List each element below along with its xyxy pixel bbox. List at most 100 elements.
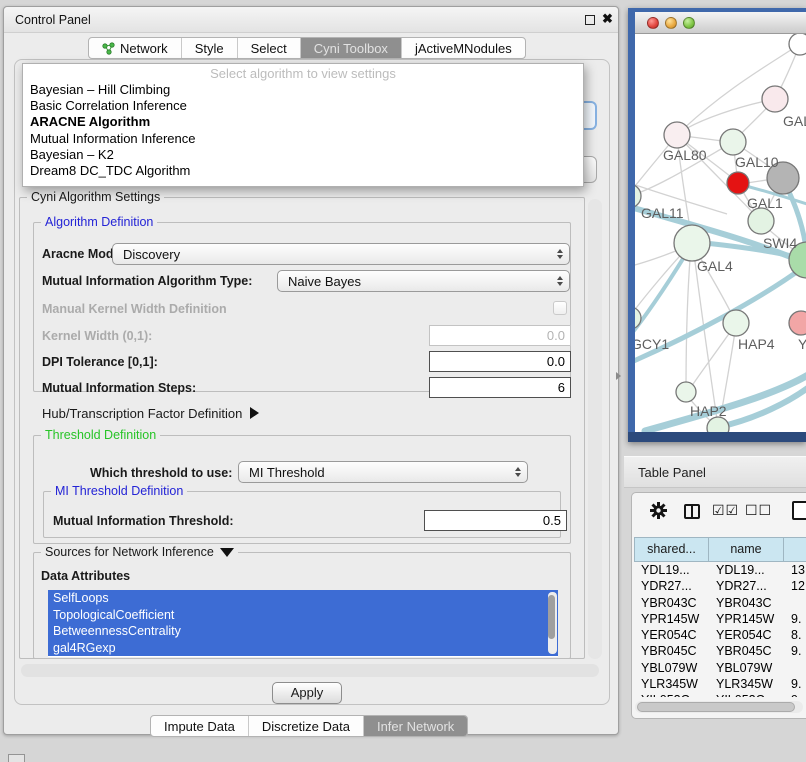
- algorithm-option[interactable]: Dream8 DC_TDC Algorithm: [23, 163, 583, 179]
- deselect-all-checkboxes-icon[interactable]: ☐☐: [745, 502, 772, 519]
- algorithm-option[interactable]: Basic Correlation Inference: [23, 98, 583, 114]
- settings-horizontal-scrollbar[interactable]: [21, 664, 599, 677]
- settings-vertical-scrollbar[interactable]: [588, 199, 602, 659]
- tab-style[interactable]: Style: [181, 38, 237, 58]
- network-node[interactable]: [723, 310, 749, 336]
- table-cell: 9: [784, 692, 806, 697]
- table-cell: 8.: [784, 627, 806, 643]
- table-cell: YBL079W: [634, 660, 709, 676]
- table-cell: YER054C: [709, 627, 784, 643]
- select-all-checkboxes-icon[interactable]: ☑☑: [712, 502, 739, 519]
- bottom-tab-impute-data[interactable]: Impute Data: [151, 716, 248, 736]
- collapsed-panel-box[interactable]: [8, 754, 25, 762]
- table-row[interactable]: YDR27...YDR27...12: [634, 578, 806, 594]
- network-node[interactable]: [762, 86, 788, 112]
- split-pane-handle-icon[interactable]: [616, 372, 621, 380]
- mi-algorithm-type-combobox[interactable]: Naive Bayes: [277, 270, 570, 292]
- data-attribute-item[interactable]: SelfLoops: [48, 590, 558, 607]
- tab-cyni-toolbox[interactable]: Cyni Toolbox: [300, 38, 401, 58]
- network-node[interactable]: [664, 122, 690, 148]
- network-canvas[interactable]: GALGAL80GAL10GAL1GAL11SWI4GAL4GCY1HAP4YH…: [635, 34, 806, 432]
- hub-definition-toggle[interactable]: Hub/Transcription Factor Definition: [42, 406, 259, 421]
- table-cell: YBR045C: [709, 643, 784, 659]
- table-horizontal-scrollbar-thumb[interactable]: [637, 702, 795, 712]
- aracne-mode-value: Discovery: [113, 247, 551, 262]
- which-threshold-combobox[interactable]: MI Threshold: [238, 461, 528, 483]
- data-attributes-list[interactable]: SelfLoopsTopologicalCoefficientBetweenne…: [48, 590, 558, 657]
- tab-network[interactable]: Network: [89, 38, 181, 58]
- network-node[interactable]: [720, 129, 746, 155]
- data-attribute-item[interactable]: TopologicalCoefficient: [48, 607, 558, 624]
- table-column-header[interactable]: [784, 537, 806, 562]
- tab-jactivemnodules[interactable]: jActiveMNodules: [401, 38, 525, 58]
- new-table-icon[interactable]: [792, 501, 806, 520]
- inference-algorithm-combobox-fragment[interactable]: [583, 101, 597, 130]
- tab-label: Select: [251, 41, 287, 56]
- hub-definition-label: Hub/Transcription Factor Definition: [42, 406, 242, 421]
- network-node[interactable]: [789, 311, 806, 335]
- table-cell: YIL052C: [709, 692, 784, 697]
- tab-label: Network: [120, 41, 168, 56]
- algorithm-dropdown-popup: Select algorithm to view settings Bayesi…: [22, 63, 584, 187]
- network-node[interactable]: [674, 225, 710, 261]
- close-icon[interactable]: ✖: [602, 11, 613, 27]
- algorithm-option[interactable]: Bayesian – K2: [23, 147, 583, 163]
- table-column-header[interactable]: name: [709, 537, 784, 562]
- network-tab-icon: [102, 42, 115, 55]
- float-window-icon[interactable]: [585, 15, 595, 25]
- gear-icon[interactable]: [649, 501, 668, 520]
- column-layout-icon[interactable]: [684, 504, 700, 519]
- table-row[interactable]: YBL079WYBL079W: [634, 660, 806, 676]
- table-cell: YLR345W: [634, 676, 709, 692]
- dpi-tolerance-field[interactable]: [429, 351, 571, 372]
- network-window-titlebar[interactable]: [635, 12, 806, 34]
- control-panel-titlebar: Control Panel ✖: [4, 7, 618, 33]
- minimize-traffic-light-icon[interactable]: [665, 17, 677, 29]
- table-row[interactable]: YIL052CYIL052C9: [634, 692, 806, 697]
- cyni-settings-legend: Cyni Algorithm Settings: [27, 190, 164, 204]
- mi-threshold-field[interactable]: [424, 510, 567, 531]
- bottom-tab-infer-network[interactable]: Infer Network: [363, 716, 467, 736]
- table-row[interactable]: YBR043CYBR043C: [634, 595, 806, 611]
- network-node[interactable]: [789, 34, 806, 55]
- mi-steps-field[interactable]: [429, 377, 571, 398]
- algorithm-option[interactable]: ARACNE Algorithm: [23, 114, 583, 130]
- table-horizontal-scrollbar[interactable]: [635, 701, 803, 713]
- mi-steps-label: Mutual Information Steps:: [42, 381, 196, 395]
- table-cell: YDL19...: [709, 562, 784, 578]
- algorithm-option[interactable]: Mutual Information Inference: [23, 131, 583, 147]
- tab-select[interactable]: Select: [237, 38, 300, 58]
- network-window-bottom-frame: [628, 432, 806, 442]
- attributes-scrollbar-thumb[interactable]: [548, 595, 555, 639]
- data-attribute-item[interactable]: BetweennessCentrality: [48, 623, 558, 640]
- table-column-header[interactable]: shared...: [634, 537, 709, 562]
- node-table: shared...name YDL19...YDL19...13YDR27...…: [634, 537, 806, 697]
- network-selector-combobox-fragment[interactable]: [583, 156, 597, 183]
- aracne-mode-combobox[interactable]: Discovery: [112, 243, 570, 265]
- close-traffic-light-icon[interactable]: [647, 17, 659, 29]
- manual-kernel-width-checkbox[interactable]: [553, 301, 567, 315]
- node-label: GAL1: [747, 195, 783, 211]
- network-node[interactable]: [748, 208, 774, 234]
- table-row[interactable]: YBR045CYBR045C9.: [634, 643, 806, 659]
- kernel-width-field[interactable]: [429, 325, 571, 346]
- table-row[interactable]: YPR145WYPR145W9.: [634, 611, 806, 627]
- attributes-scrollbar[interactable]: [548, 592, 557, 654]
- table-row[interactable]: YDL19...YDL19...13: [634, 562, 806, 578]
- node-label: GAL4: [697, 258, 733, 274]
- network-node[interactable]: [676, 382, 696, 402]
- node-label: SWI4: [763, 235, 797, 251]
- algorithm-option[interactable]: Bayesian – Hill Climbing: [23, 82, 583, 98]
- algorithm-dropdown-list: Bayesian – Hill ClimbingBasic Correlatio…: [23, 82, 583, 179]
- data-attribute-item[interactable]: gal4RGexp: [48, 640, 558, 657]
- kernel-width-label: Kernel Width (0,1):: [42, 329, 152, 343]
- network-node[interactable]: [707, 417, 729, 432]
- bottom-tab-discretize-data[interactable]: Discretize Data: [248, 716, 363, 736]
- network-node[interactable]: [727, 172, 749, 194]
- table-row[interactable]: YLR345WYLR345W9.: [634, 676, 806, 692]
- table-row[interactable]: YER054CYER054C8.: [634, 627, 806, 643]
- sources-legend[interactable]: Sources for Network Inference: [41, 545, 238, 559]
- apply-button[interactable]: Apply: [272, 682, 342, 704]
- table-cell: YDL19...: [634, 562, 709, 578]
- zoom-traffic-light-icon[interactable]: [683, 17, 695, 29]
